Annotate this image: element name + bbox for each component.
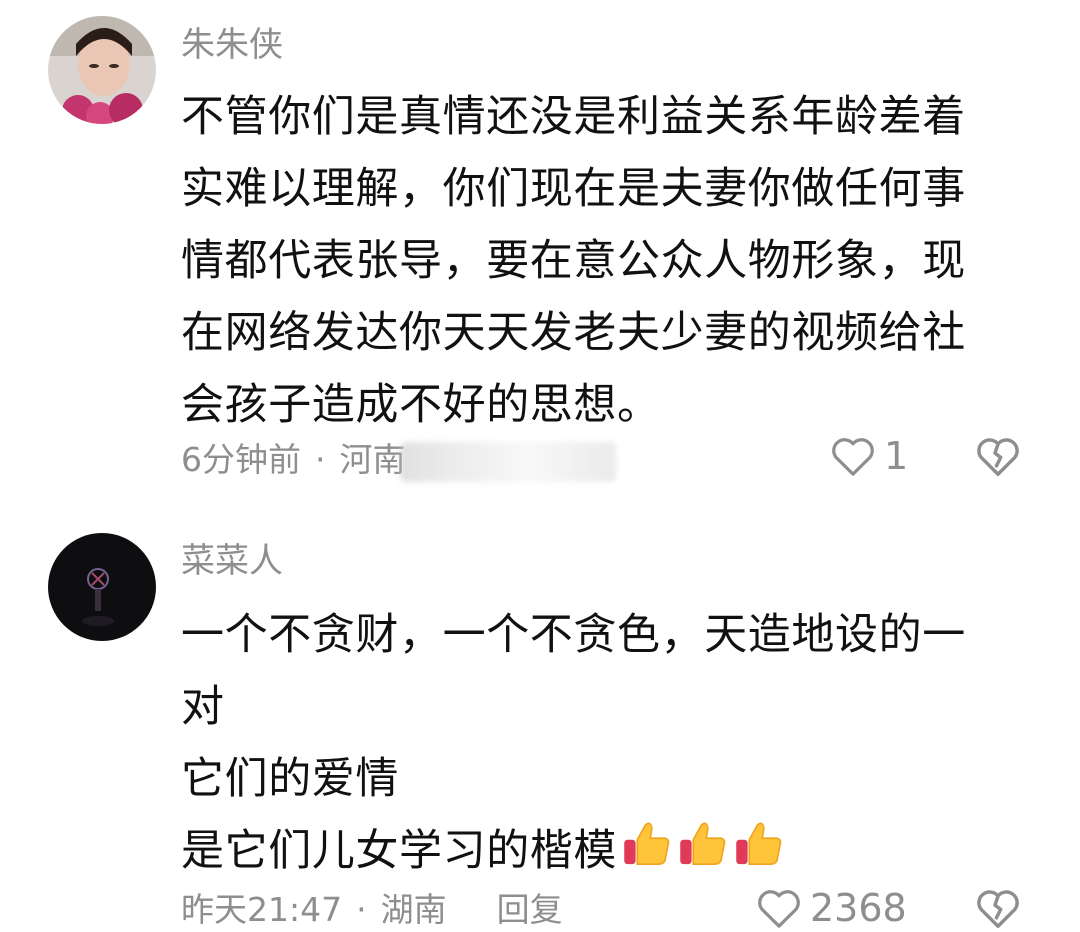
reply-button[interactable]: 回复 (497, 890, 563, 929)
like-button[interactable]: 2368 (756, 886, 907, 930)
comment-text: 不管你们是真情还没是利益关系年龄差着 实难以理解，你们现在是夫妻你做任何事 情都… (181, 81, 1011, 441)
comment-username[interactable]: 菜菜人 (181, 540, 283, 582)
comment-item: 朱朱侠 不管你们是真情还没是利益关系年龄差着 实难以理解，你们现在是夫妻你做任何… (0, 0, 1080, 500)
user-avatar[interactable] (48, 533, 156, 641)
user-avatar[interactable] (48, 16, 156, 124)
comment-text-line: 它们的爱情 (181, 754, 399, 804)
like-button[interactable]: 1 (830, 434, 908, 478)
thumbs-up-emoji-icon (736, 822, 782, 865)
comment-text-line: 会孩子造成不好的思想。 (181, 380, 661, 430)
comment-text-segment: 是它们儿女学习的楷模 (181, 826, 617, 876)
comment-meta: 6分钟前 · 河南 (181, 438, 616, 482)
comment-time: 6分钟前 (181, 440, 301, 479)
comment-text-line: 情都代表张导，要在意公众人物形象，现 (181, 236, 966, 286)
blurred-region (399, 441, 616, 482)
comment-text-line: 不管你们是真情还没是利益关系年龄差着 (181, 92, 966, 142)
comment-text-line: 在网络发达你天天发老夫少妻的视频给社 (181, 308, 966, 358)
meta-separator: · (356, 890, 367, 929)
broken-heart-icon[interactable] (975, 434, 1021, 480)
comment-text-line: 对 (181, 682, 225, 732)
comment-username[interactable]: 朱朱侠 (181, 24, 283, 66)
broken-heart-icon[interactable] (975, 886, 1021, 932)
thumbs-up-emoji-icon (680, 822, 726, 865)
comment-text-line: 一个不贪财，一个不贪色，天造地设的一 (181, 610, 966, 660)
comment-meta: 昨天21:47 · 湖南 回复 (181, 888, 563, 932)
comment-time: 昨天21:47 (181, 890, 343, 929)
meta-separator: · (315, 440, 326, 479)
comment-text-line: 实难以理解，你们现在是夫妻你做任何事 (181, 164, 966, 214)
like-count: 2368 (810, 886, 907, 930)
comment-location: 湖南 (380, 890, 447, 929)
comment-text: 一个不贪财，一个不贪色，天造地设的一 对 它们的爱情 是它们儿女学习的楷模 (181, 599, 1011, 887)
comment-item: 菜菜人 一个不贪财，一个不贪色，天造地设的一 对 它们的爱情 是它们儿女学习的楷… (0, 500, 1080, 932)
avatar-photo-icon (48, 16, 156, 124)
like-count: 1 (884, 434, 909, 478)
comment-text-line: 是它们儿女学习的楷模 (181, 815, 1011, 887)
comment-location: 河南 (339, 440, 406, 479)
heart-outline-icon (832, 438, 874, 476)
avatar-photo-icon (48, 533, 156, 641)
thumbs-up-emoji-icon (624, 822, 670, 865)
heart-outline-icon (758, 890, 800, 928)
